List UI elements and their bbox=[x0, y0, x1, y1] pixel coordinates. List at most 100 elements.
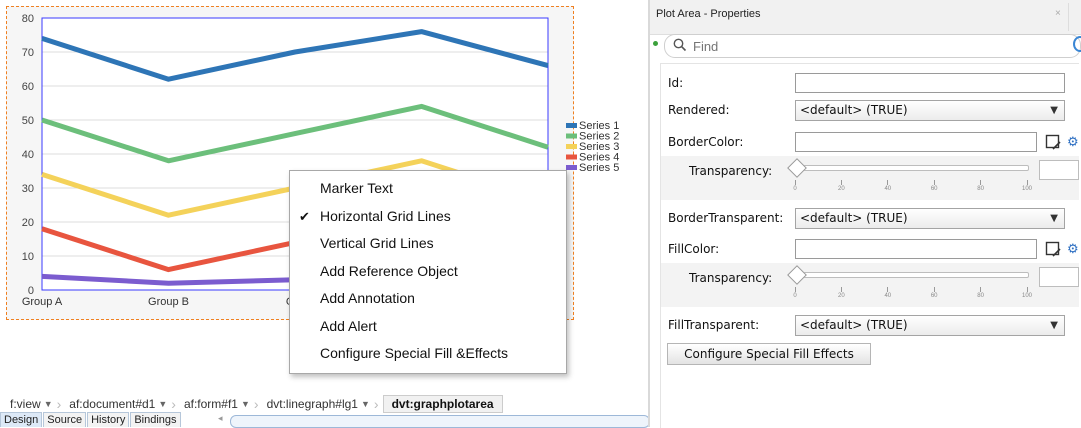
y-tick-label: 70 bbox=[22, 47, 34, 59]
chevron-right-icon: › bbox=[253, 396, 259, 412]
chevron-down-icon[interactable]: ▼ bbox=[44, 399, 53, 409]
slider-tick: 60 bbox=[924, 180, 944, 192]
fill-transparency-section: Transparency: 0 20 40 60 80 100 bbox=[661, 263, 1079, 307]
slider-tick: 40 bbox=[878, 287, 898, 299]
border-transparent-label: BorderTransparent: bbox=[668, 211, 784, 225]
tick-label: 20 bbox=[838, 186, 845, 192]
breadcrumb-item[interactable]: f:view ▼ › bbox=[6, 396, 65, 412]
find-box[interactable] bbox=[664, 34, 1081, 58]
chevron-down-icon[interactable]: ▼ bbox=[241, 399, 250, 409]
tab-design[interactable]: Design bbox=[0, 412, 43, 427]
visual-editor: 01020304050607080Group AGroup BGroSeries… bbox=[0, 0, 650, 428]
tab-bindings[interactable]: Bindings bbox=[130, 412, 181, 427]
slider-tick: 80 bbox=[971, 287, 991, 299]
slider-tick: 20 bbox=[831, 180, 851, 192]
tick-mark bbox=[794, 287, 796, 292]
breadcrumb-label: af:document#d1 bbox=[69, 397, 156, 411]
find-options-icon[interactable] bbox=[1073, 36, 1081, 52]
slider-tick: 80 bbox=[971, 180, 991, 192]
breadcrumb-item[interactable]: dvt:graphplotarea bbox=[382, 395, 503, 413]
slider-tick: 40 bbox=[878, 180, 898, 192]
slider-tick: 20 bbox=[831, 287, 851, 299]
tick-label: 100 bbox=[1021, 293, 1032, 299]
menu-item-vertical-grid-lines[interactable]: Vertical Grid Lines bbox=[290, 230, 566, 258]
border-transparency-track[interactable] bbox=[795, 165, 1029, 171]
chevron-right-icon: › bbox=[56, 396, 62, 412]
tick-label: 80 bbox=[977, 293, 984, 299]
fill-transparent-label: FillTransparent: bbox=[668, 318, 760, 332]
fill-transparency-value[interactable] bbox=[1039, 267, 1079, 287]
border-transparent-value: <default> (TRUE) bbox=[800, 211, 908, 225]
legend-swatch bbox=[566, 165, 577, 170]
y-tick-label: 80 bbox=[22, 13, 34, 25]
tick-label: 0 bbox=[793, 293, 797, 299]
y-tick-label: 30 bbox=[22, 183, 34, 195]
menu-item-label: Add Reference Object bbox=[320, 262, 458, 279]
fill-transparent-select[interactable]: <default> (TRUE) ▼ bbox=[795, 315, 1065, 336]
header-divider bbox=[1068, 3, 1069, 31]
chevron-down-icon[interactable]: ▼ bbox=[361, 399, 370, 409]
menu-item-add-annotation[interactable]: Add Annotation bbox=[290, 285, 566, 313]
slider-tick: 100 bbox=[1017, 287, 1037, 299]
inspector-header: Plot Area - Properties × bbox=[650, 0, 1081, 35]
check-icon: ✔ bbox=[299, 208, 310, 224]
menu-item-add-alert[interactable]: Add Alert bbox=[290, 313, 566, 341]
rendered-label: Rendered: bbox=[668, 103, 730, 117]
chevron-right-icon: › bbox=[171, 396, 176, 412]
tab-history[interactable]: History bbox=[87, 412, 130, 427]
border-transparency-section: Transparency: 0 20 40 60 80 100 bbox=[661, 156, 1079, 200]
fill-transparency-track[interactable] bbox=[795, 272, 1029, 278]
id-field[interactable] bbox=[795, 73, 1065, 93]
horizontal-scrollbar[interactable] bbox=[230, 415, 650, 428]
legend-swatch bbox=[566, 123, 577, 128]
tick-mark bbox=[980, 180, 982, 185]
chevron-down-icon[interactable]: ▼ bbox=[158, 399, 167, 409]
configure-special-fill-effects-button[interactable]: Configure Special Fill Effects bbox=[667, 343, 871, 365]
fill-transparency-ticks: 0 20 40 60 80 100 bbox=[792, 287, 1032, 301]
tick-mark bbox=[794, 180, 796, 185]
breadcrumb-item[interactable]: dvt:linegraph#lg1 ▼ › bbox=[263, 396, 383, 412]
context-menu: Marker Text ✔ Horizontal Grid Lines Vertica… bbox=[289, 170, 567, 374]
menu-item-label: Add Annotation bbox=[320, 290, 415, 306]
legend-swatch bbox=[566, 154, 577, 160]
border-color-field[interactable] bbox=[795, 132, 1037, 152]
find-input[interactable] bbox=[691, 37, 1055, 55]
border-transparency-slider[interactable] bbox=[787, 158, 807, 178]
menu-item-label: Horizontal Grid Lines bbox=[320, 207, 451, 224]
rendered-select[interactable]: <default> (TRUE) ▼ bbox=[795, 100, 1065, 121]
breadcrumb-item[interactable]: af:form#f1 ▼ › bbox=[180, 396, 263, 412]
border-transparency-value[interactable] bbox=[1039, 160, 1079, 180]
legend-entry: Series 5 bbox=[579, 162, 619, 174]
menu-item-add-reference-object[interactable]: Add Reference Object bbox=[290, 258, 566, 286]
tick-mark bbox=[840, 180, 842, 185]
chevron-down-icon: ▼ bbox=[1050, 213, 1058, 224]
border-color-label: BorderColor: bbox=[668, 135, 744, 149]
gear-icon[interactable]: ⚙ bbox=[1067, 241, 1079, 257]
tick-label: 40 bbox=[884, 293, 892, 299]
fill-color-field[interactable] bbox=[795, 239, 1037, 259]
fill-transparency-slider[interactable] bbox=[787, 265, 807, 285]
gear-icon[interactable]: ⚙ bbox=[1067, 134, 1079, 150]
menu-item-marker-text[interactable]: Marker Text bbox=[290, 175, 566, 203]
tick-mark bbox=[887, 287, 889, 292]
menu-item-label: Configure Special Fill &Effects bbox=[320, 345, 509, 361]
border-transparent-select[interactable]: <default> (TRUE) ▼ bbox=[795, 208, 1065, 229]
tick-label: 20 bbox=[838, 293, 845, 299]
scroll-left-icon[interactable]: ◂ bbox=[218, 413, 223, 424]
id-label: Id: bbox=[668, 76, 684, 90]
slider-tick: 0 bbox=[785, 287, 805, 299]
fill-transparent-value: <default> (TRUE) bbox=[800, 318, 908, 332]
menu-item-horizontal-grid-lines[interactable]: ✔ Horizontal Grid Lines bbox=[290, 203, 566, 231]
legend-swatch bbox=[566, 133, 577, 139]
tick-label: 100 bbox=[1021, 186, 1032, 192]
properties-panel: Id: Rendered: <default> (TRUE) ▼ BorderC… bbox=[660, 63, 1079, 428]
tick-mark bbox=[933, 180, 935, 185]
chevron-right-icon: › bbox=[373, 396, 379, 412]
color-picker-icon[interactable] bbox=[1045, 134, 1061, 150]
color-picker-icon[interactable] bbox=[1045, 241, 1061, 257]
menu-item-configure-special-fill-effects[interactable]: Configure Special Fill &Effects bbox=[290, 340, 566, 368]
close-icon[interactable]: × bbox=[1055, 8, 1061, 19]
tab-source[interactable]: Source bbox=[43, 412, 87, 427]
chevron-down-icon: ▼ bbox=[1050, 105, 1058, 116]
breadcrumb-item[interactable]: af:document#d1 ▼ › bbox=[65, 396, 180, 412]
